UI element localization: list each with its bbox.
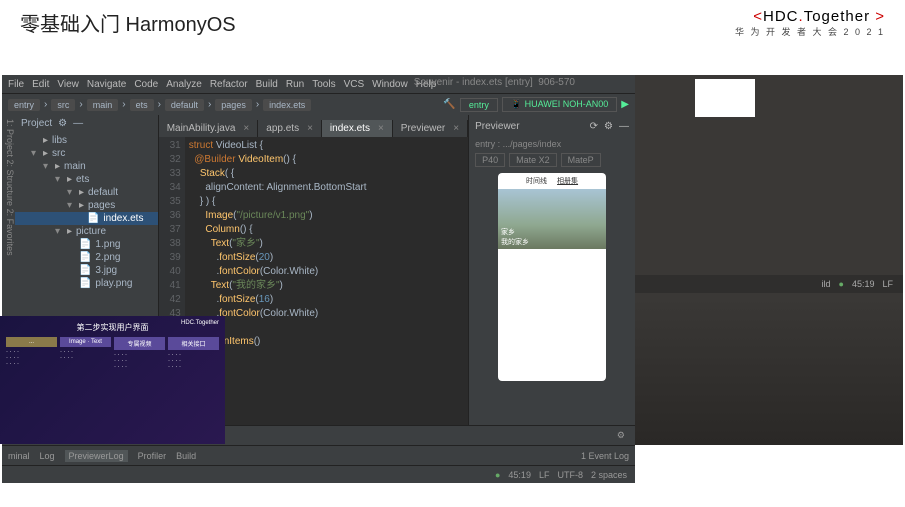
tab-build[interactable]: Build	[176, 451, 196, 461]
hdc-logo: <HDC.Together > 华 为 开 发 者 大 会 2 0 2 1	[735, 8, 885, 38]
tree-libs[interactable]: ▸ libs	[15, 134, 158, 147]
hammer-icon[interactable]: 🔨	[443, 99, 455, 110]
tree-default[interactable]: ▾▸ default	[15, 186, 158, 199]
crumb[interactable]: index.ets	[263, 99, 311, 111]
editor-tabs: MainAbility.java×app.ets×index.ets×Previ…	[159, 115, 468, 137]
crumb[interactable]: main	[87, 99, 119, 111]
video-title-bar: 零基础入门 HarmonyOS <HDC.Together > 华 为 开 发 …	[0, 0, 905, 45]
menu-analyze[interactable]: Analyze	[166, 79, 202, 90]
menu-refactor[interactable]: Refactor	[210, 79, 248, 90]
tree-ets[interactable]: ▾▸ ets	[15, 173, 158, 186]
preview-path: entry : .../pages/index	[469, 137, 635, 151]
tree-index.ets[interactable]: 📄 index.ets	[15, 212, 158, 225]
previewer-title: Previewer	[475, 121, 519, 132]
menu-view[interactable]: View	[57, 79, 79, 90]
menu-window[interactable]: Window	[372, 79, 408, 90]
tab-log[interactable]: Log	[40, 451, 55, 461]
previewer-panel: Previewer⟳⚙— entry : .../pages/index P40…	[468, 115, 635, 425]
tree-picture[interactable]: ▾▸ picture	[15, 225, 158, 238]
tab-terminal[interactable]: minal	[8, 451, 30, 461]
tab-profiler[interactable]: Profiler	[138, 451, 167, 461]
refresh-icon[interactable]: ⟳	[590, 121, 598, 132]
run-config[interactable]: entry	[460, 98, 498, 112]
gear-icon[interactable]: ⚙	[613, 429, 629, 442]
presentation-slide: HDC.Together 第二步实现用户界面 ...· · · ·· · · ·…	[0, 316, 225, 444]
menu-build[interactable]: Build	[256, 79, 278, 90]
tree-src[interactable]: ▾▸ src	[15, 147, 158, 160]
bottom-tool-tabs: minal Log PreviewerLog Profiler Build 1 …	[2, 445, 635, 465]
tree-main[interactable]: ▾▸ main	[15, 160, 158, 173]
editor-tab[interactable]: MainAbility.java×	[159, 120, 259, 137]
event-log[interactable]: 1 Event Log	[581, 451, 629, 461]
editor-tab[interactable]: Previewer×	[393, 120, 468, 137]
tree-1.png[interactable]: 📄 1.png	[15, 238, 158, 251]
preview-device-matep[interactable]: MateP	[561, 153, 601, 167]
menu-vcs[interactable]: VCS	[344, 79, 365, 90]
crumb[interactable]: pages	[215, 99, 252, 111]
crumb[interactable]: entry	[8, 99, 40, 111]
crumb[interactable]: ets	[130, 99, 154, 111]
tab-previewer-log[interactable]: PreviewerLog	[65, 450, 128, 462]
toolbar: entry ›src ›main ›ets ›default ›pages ›i…	[2, 93, 635, 115]
menu-navigate[interactable]: Navigate	[87, 79, 126, 90]
menu-file[interactable]: File	[8, 79, 24, 90]
window-title: Souvenir - index.ets [entry] 906-570	[414, 77, 575, 88]
tree-2.png[interactable]: 📄 2.png	[15, 251, 158, 264]
menu-run[interactable]: Run	[286, 79, 304, 90]
menu-tools[interactable]: Tools	[312, 79, 335, 90]
menu-edit[interactable]: Edit	[32, 79, 49, 90]
menu-code[interactable]: Code	[134, 79, 158, 90]
editor-tab[interactable]: app.ets×	[258, 120, 322, 137]
crumb[interactable]: default	[165, 99, 204, 111]
status-bar: ●45:19 LFUTF-82 spaces	[2, 465, 635, 483]
crumb[interactable]: src	[51, 99, 75, 111]
project-tree[interactable]: ▸ libs▾▸ src▾▸ main▾▸ ets▾▸ default▾▸ pa…	[15, 132, 158, 292]
menu-bar: File Edit View Navigate Code Analyze Ref…	[2, 75, 635, 93]
lecture-title: 零基础入门 HarmonyOS	[20, 8, 236, 37]
editor-tab[interactable]: index.ets×	[322, 120, 393, 137]
presenter-camera: ild ●45:19LF	[635, 75, 903, 445]
preview-device-p40[interactable]: P40	[475, 153, 505, 167]
gear-icon[interactable]: ⚙	[58, 118, 67, 129]
code-source[interactable]: struct VideoList { @Builder VideoItem() …	[185, 137, 468, 425]
gear-icon[interactable]: ⚙	[604, 121, 613, 132]
tree-play.png[interactable]: 📄 play.png	[15, 277, 158, 290]
device-select[interactable]: 📱 HUAWEI NOH-AN00	[502, 97, 617, 112]
run-icon[interactable]: ▶	[621, 99, 629, 110]
phone-preview: 时间线相册集 家乡我的家乡	[498, 173, 606, 381]
preview-device-matex2[interactable]: Mate X2	[509, 153, 557, 167]
project-panel-title[interactable]: Project	[21, 118, 52, 129]
tree-3.jpg[interactable]: 📄 3.jpg	[15, 264, 158, 277]
tree-pages[interactable]: ▾▸ pages	[15, 199, 158, 212]
